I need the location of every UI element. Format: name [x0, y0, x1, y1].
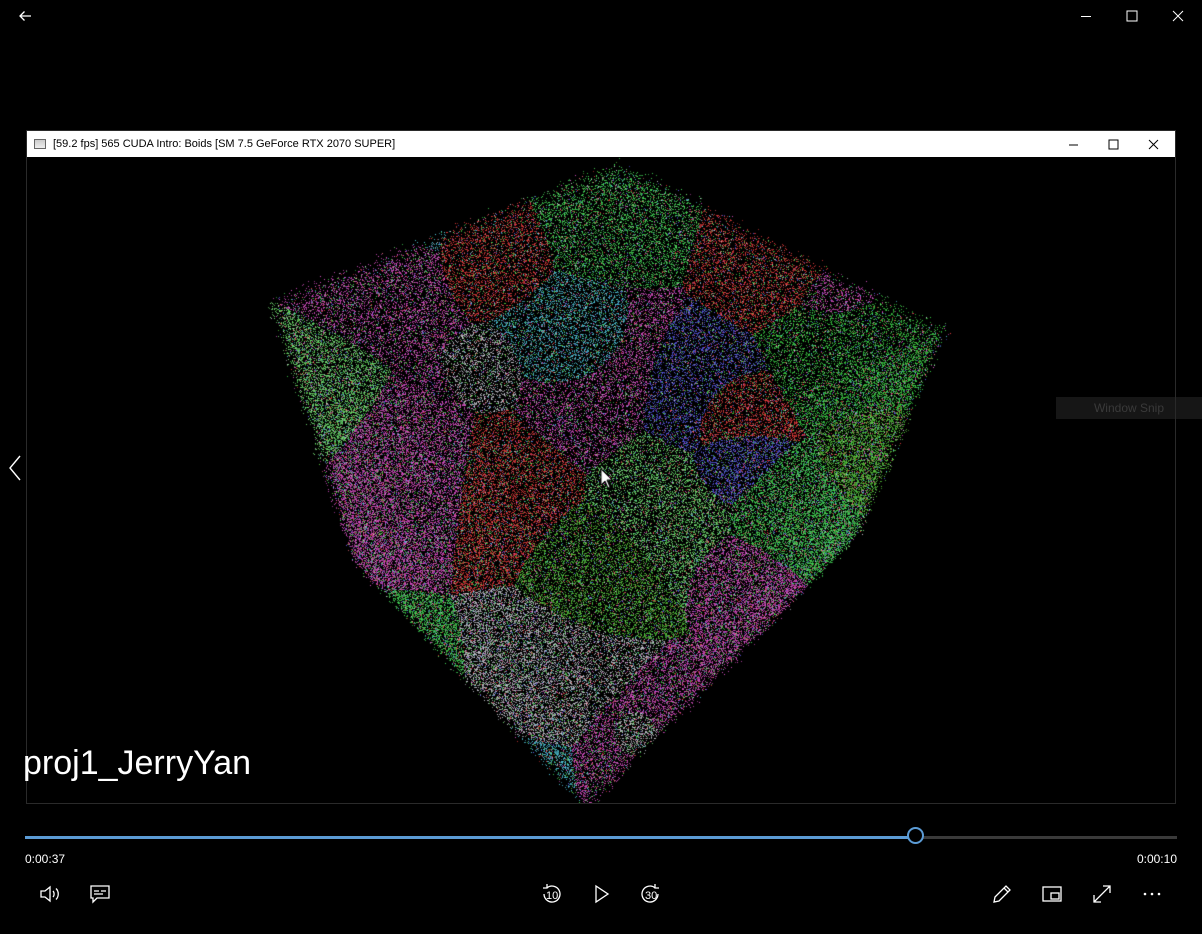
arrow-left-icon: [19, 11, 31, 21]
forward-seconds-label: 30: [645, 890, 658, 902]
mini-view-icon: [1042, 886, 1062, 902]
fullscreen-button[interactable]: [1082, 876, 1122, 912]
maximize-icon: [1126, 10, 1138, 22]
minimize-icon: [1068, 144, 1078, 145]
subtitles-button[interactable]: [80, 876, 120, 912]
seek-bar[interactable]: [25, 827, 1177, 844]
volume-icon: [40, 885, 59, 903]
app-icon: [34, 139, 46, 149]
back-button[interactable]: [2, 0, 48, 32]
volume-button[interactable]: [30, 876, 70, 912]
close-icon: [1148, 139, 1158, 149]
play-button[interactable]: [581, 876, 621, 912]
boids-app-window: [59.2 fps] 565 CUDA Intro: Boids [SM 7.5…: [26, 130, 1176, 804]
window-snip-tooltip: Window Snip: [1056, 397, 1202, 419]
minimize-icon: [1081, 16, 1091, 17]
remaining-time: 0:00:10: [1136, 852, 1177, 866]
rewind-10-button[interactable]: 10: [531, 876, 571, 912]
fullscreen-icon: [1093, 885, 1111, 903]
chevron-left-icon: [9, 455, 21, 481]
previous-video-button[interactable]: [4, 448, 26, 488]
app-maximize-button[interactable]: [1093, 131, 1133, 157]
maximize-button[interactable]: [1109, 0, 1155, 32]
seek-thumb[interactable]: [907, 827, 925, 844]
minimize-button[interactable]: [1063, 0, 1109, 32]
play-icon: [595, 884, 610, 904]
video-title-caption: proj1_JerryYan: [23, 744, 252, 782]
app-minimize-button[interactable]: [1053, 131, 1093, 157]
seek-progress: [25, 836, 917, 839]
app-titlebar: [59.2 fps] 565 CUDA Intro: Boids [SM 7.5…: [27, 131, 1175, 157]
boids-render-area: [27, 157, 1175, 803]
close-button[interactable]: [1155, 0, 1201, 32]
more-icon: [1143, 892, 1161, 896]
subtitles-icon: [90, 885, 110, 904]
maximize-icon: [1108, 139, 1118, 149]
pencil-icon: [993, 885, 1011, 903]
elapsed-time: 0:00:37: [25, 852, 66, 866]
forward-30-button[interactable]: 30: [631, 876, 671, 912]
app-close-button[interactable]: [1133, 131, 1173, 157]
app-window-title: [59.2 fps] 565 CUDA Intro: Boids [SM 7.5…: [53, 138, 396, 150]
edit-button[interactable]: [982, 876, 1022, 912]
more-options-button[interactable]: [1132, 876, 1172, 912]
close-icon: [1172, 10, 1184, 22]
rewind-seconds-label: 10: [546, 890, 559, 902]
mini-view-button[interactable]: [1032, 876, 1072, 912]
boids-particle-cube: [27, 157, 1175, 803]
